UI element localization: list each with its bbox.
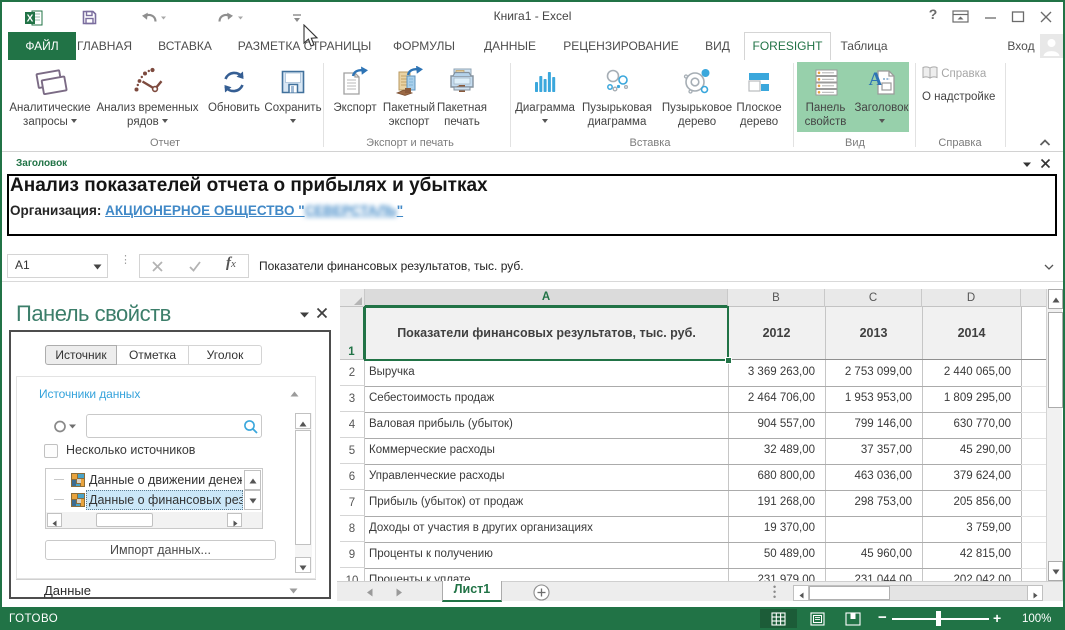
svg-text:A: A: [868, 69, 882, 90]
